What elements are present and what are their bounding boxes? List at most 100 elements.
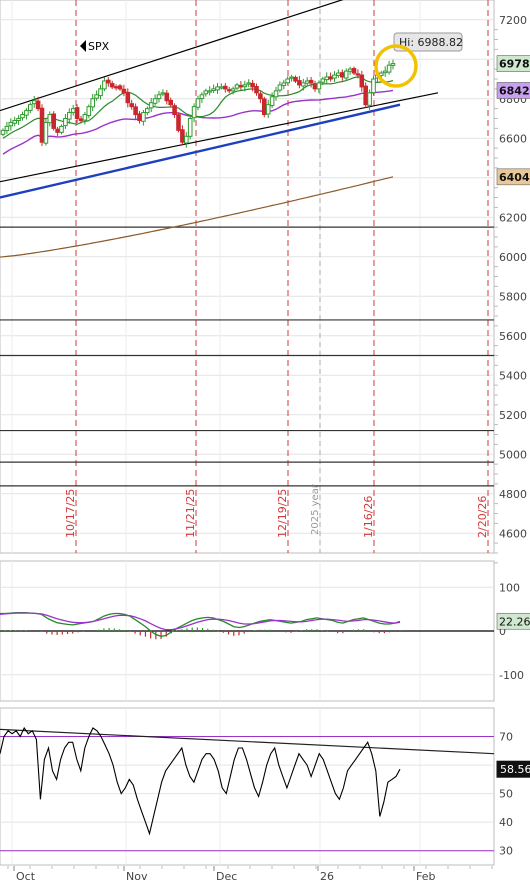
price-tick-label: 5400 (499, 369, 527, 382)
candle-body (386, 64, 392, 73)
candle-body (102, 80, 107, 90)
macd-axis: 1000-10022.267 (496, 581, 530, 682)
candle-body (250, 82, 255, 88)
price-tag-label: 6404.7 (499, 171, 530, 184)
price-tag: 6842.0 (496, 82, 530, 99)
month-label: Dec (216, 870, 237, 883)
candle-body (203, 90, 209, 95)
price-tick-label: 7200 (499, 14, 527, 27)
candle-body (363, 85, 368, 106)
price-panel: 10/17/25 11/21/25 12/19/25 1/16/26 2/20/26 20… (0, 0, 495, 554)
month-label: Feb (416, 870, 435, 883)
candle-body (199, 94, 205, 100)
rsi-tick-label: 70 (499, 731, 513, 744)
candle-body (187, 118, 193, 137)
candle-body (59, 125, 64, 133)
price-tick-label: 5200 (499, 409, 527, 422)
candle-body (242, 84, 248, 88)
candle-body (273, 90, 279, 98)
rsi-value-tag: 58.56 (496, 760, 530, 778)
candle-body (51, 113, 57, 129)
candle-body (285, 78, 290, 84)
candle-body (191, 106, 197, 119)
price-tag-label: 6842.0 (499, 84, 530, 97)
candle-body (121, 88, 127, 94)
candle-body (269, 96, 275, 106)
rsi-value-label: 58.56 (500, 763, 530, 776)
price-tag: 6404.7 (496, 168, 530, 186)
price-tags: 6978.0 6842.0 6404.7 (496, 55, 530, 186)
candle-body (265, 104, 271, 115)
time-axis: Oct Nov Dec 26 Feb (0, 866, 494, 886)
candle-body (215, 86, 220, 91)
date-marker-label: 12/19/25 (276, 489, 289, 538)
candle-body (301, 82, 306, 87)
candle-body (156, 94, 162, 100)
candle-body (226, 89, 232, 92)
candle-body (137, 113, 142, 121)
candle-body (145, 108, 150, 114)
candle-body (133, 106, 138, 116)
price-tag-label: 6978.0 (499, 58, 530, 71)
candle-body (234, 84, 240, 89)
candle-body (211, 88, 216, 91)
macd-tick-label: -100 (499, 669, 524, 682)
candle-body (47, 114, 53, 124)
candle-body (55, 128, 60, 133)
chart-canvas: 10/17/25 11/21/25 12/19/25 1/16/26 2/20/26 20… (0, 0, 530, 886)
candle-body (308, 79, 314, 84)
candle-body (67, 112, 72, 120)
candle-body (304, 80, 310, 84)
candle-body (277, 84, 283, 91)
candle-body (148, 102, 154, 109)
year-label: 2025 year (310, 483, 321, 535)
candle-body (31, 100, 37, 105)
candle-body (184, 135, 189, 144)
candle-body (86, 106, 92, 117)
rsi-tick-label: 30 (499, 845, 513, 858)
candle-body (16, 118, 21, 121)
price-tick-label: 5800 (499, 290, 527, 303)
candle-body (262, 98, 267, 116)
candle-body (70, 108, 76, 113)
month-label: Oct (16, 870, 36, 883)
candle-body (332, 74, 337, 79)
candle-body (258, 93, 263, 100)
date-marker-label: 11/21/25 (184, 489, 197, 538)
candle-body (390, 63, 396, 66)
candle-body (82, 114, 88, 121)
candle-body (20, 114, 25, 119)
candle-body (254, 86, 259, 94)
candle-body (371, 78, 376, 94)
price-tick-label: 4800 (499, 488, 527, 501)
candle-body (238, 85, 244, 88)
candle-body (180, 129, 185, 143)
candle-body (125, 91, 131, 104)
candle-body (312, 83, 318, 90)
candle-body (152, 98, 158, 104)
candle-body (351, 68, 357, 74)
candle-body (297, 80, 302, 86)
candle-body (355, 73, 361, 76)
candle-body (0, 129, 6, 135)
candle-body (24, 110, 29, 116)
candle-body (343, 70, 349, 79)
candle-body (8, 121, 14, 127)
candle-body (293, 76, 298, 82)
price-tag: 6978.0 (496, 55, 530, 72)
price-tick-label: 6000 (499, 251, 527, 264)
candle-body (246, 82, 251, 85)
candle-body (367, 92, 372, 106)
candle-body (336, 72, 341, 76)
macd-tick-label: 100 (499, 581, 520, 594)
candle-body (347, 68, 353, 72)
candle-body (168, 99, 173, 106)
candle-body (129, 103, 134, 108)
candle-body (113, 86, 119, 89)
macd-panel (0, 560, 495, 702)
candle-body (35, 100, 41, 110)
rsi-panel (0, 707, 495, 866)
candle-body (90, 98, 96, 108)
hi-tooltip-text: Hi: 6988.82 (399, 36, 463, 49)
candle-body (328, 76, 333, 80)
